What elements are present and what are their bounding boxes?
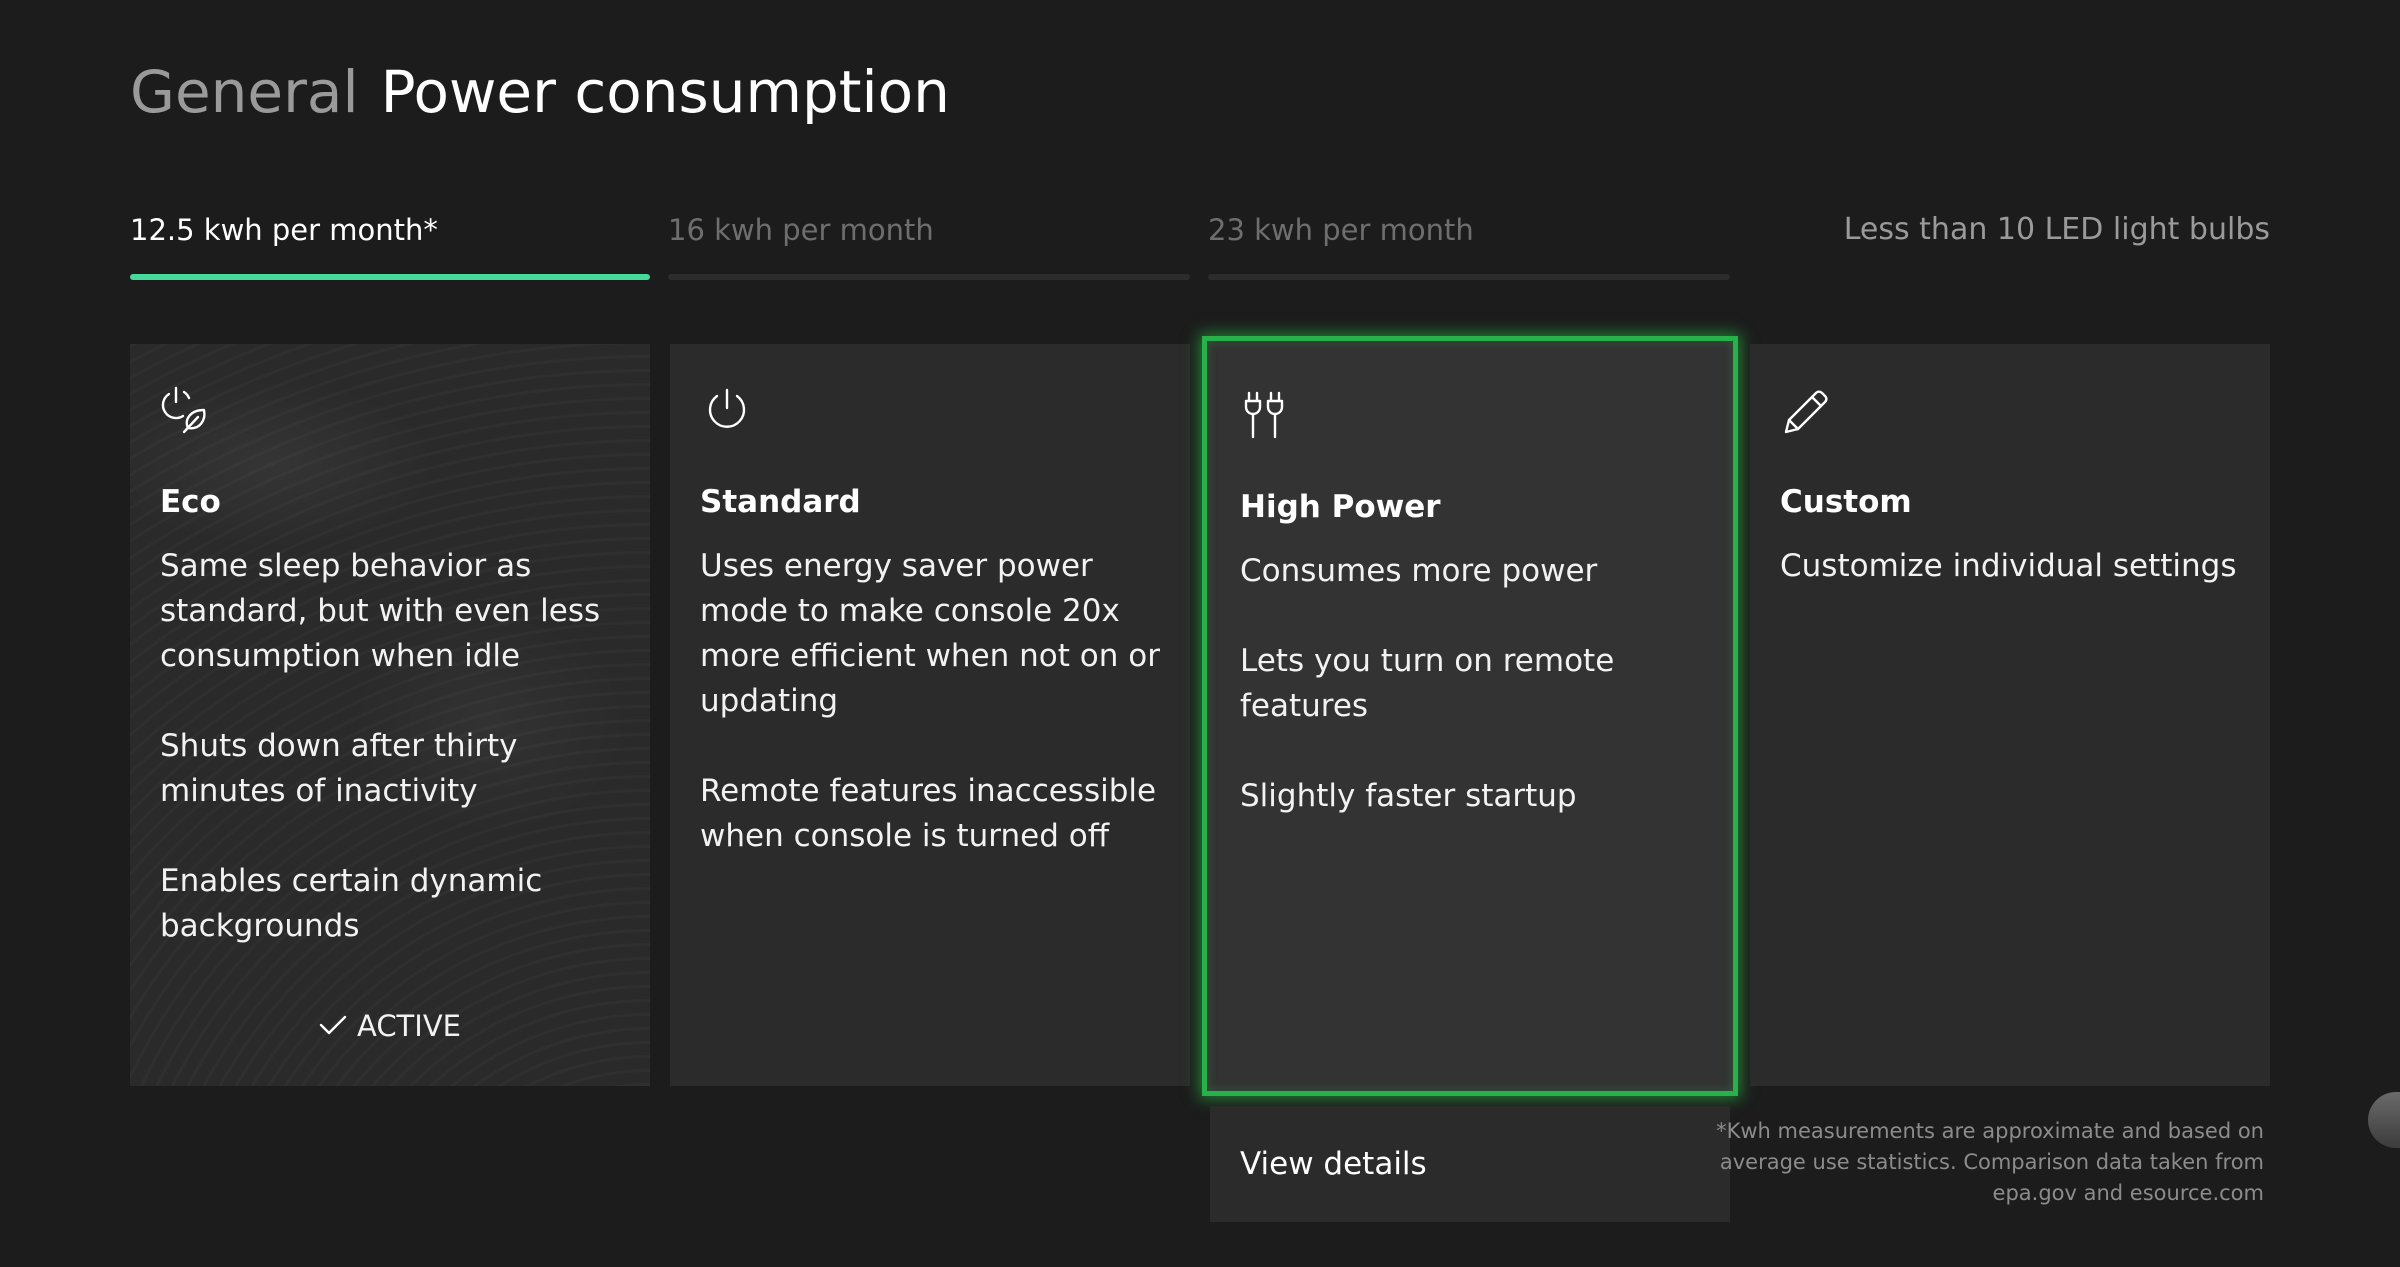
description-line: Consumes more power [1240, 553, 1598, 589]
standard-card[interactable]: Standard Uses energy saver power mode to… [670, 344, 1190, 1086]
tab-standard-usage[interactable]: 16 kwh per month [668, 206, 1190, 286]
footnote: *Kwh measurements are approximate and ba… [1716, 1119, 2264, 1205]
pencil-icon [1780, 384, 1834, 438]
tab-eco-usage[interactable]: 12.5 kwh per month* [130, 206, 650, 286]
scroll-handle[interactable] [2368, 1092, 2400, 1148]
tab-indicator-bar [1208, 274, 1730, 280]
description-line: Shuts down after thirty minutes of inact… [160, 728, 518, 809]
power-consumption-page: General Power consumption 12.5 kwh per mo… [0, 0, 2400, 1267]
description-line: Remote features inaccessible when consol… [700, 773, 1157, 854]
card-title: Standard [700, 484, 861, 520]
custom-card[interactable]: Custom Customize individual settings [1750, 344, 2270, 1086]
card-description: Uses energy saver power mode to make con… [700, 544, 1170, 904]
tab-label: 12.5 kwh per month* [130, 213, 438, 247]
description-line: Lets you turn on remote features [1240, 643, 1615, 724]
power-leaf-icon [160, 384, 214, 438]
high-power-card[interactable]: High Power Consumes more power Lets you … [1202, 336, 1738, 1096]
tab-indicator-bar [668, 274, 1190, 280]
tab-high-power-usage[interactable]: 23 kwh per month [1208, 206, 1730, 286]
checkmark-icon [319, 1006, 347, 1046]
tab-indicator-bar [130, 274, 650, 280]
power-icon [700, 384, 754, 438]
eco-card[interactable]: Eco Same sleep behavior as standard, but… [130, 344, 650, 1086]
card-description: Consumes more power Lets you turn on rem… [1240, 549, 1710, 864]
section-title: General [130, 58, 359, 126]
description-line: Same sleep behavior as standard, but wit… [160, 548, 601, 674]
page-title: Power consumption [380, 58, 950, 126]
card-description: Customize individual settings [1780, 544, 2250, 634]
description-line: Uses energy saver power mode to make con… [700, 548, 1160, 719]
active-status: ACTIVE [130, 1006, 650, 1046]
card-description: Same sleep behavior as standard, but wit… [160, 544, 630, 994]
tab-label: 23 kwh per month [1208, 213, 1474, 247]
card-title: Eco [160, 484, 221, 520]
tab-label: 16 kwh per month [668, 213, 934, 247]
plug-icon [1240, 389, 1294, 443]
description-line: Enables certain dynamic backgrounds [160, 863, 543, 944]
comparison-text: Less than 10 LED light bulbs [1843, 212, 2270, 247]
active-label: ACTIVE [356, 1009, 461, 1043]
view-details-button[interactable]: View details [1210, 1106, 1730, 1222]
description-line: Slightly faster startup [1240, 778, 1577, 814]
card-title: High Power [1240, 489, 1441, 525]
description-line: Customize individual settings [1780, 548, 2237, 584]
card-title: Custom [1780, 484, 1912, 520]
page-header: General Power consumption [130, 56, 950, 128]
